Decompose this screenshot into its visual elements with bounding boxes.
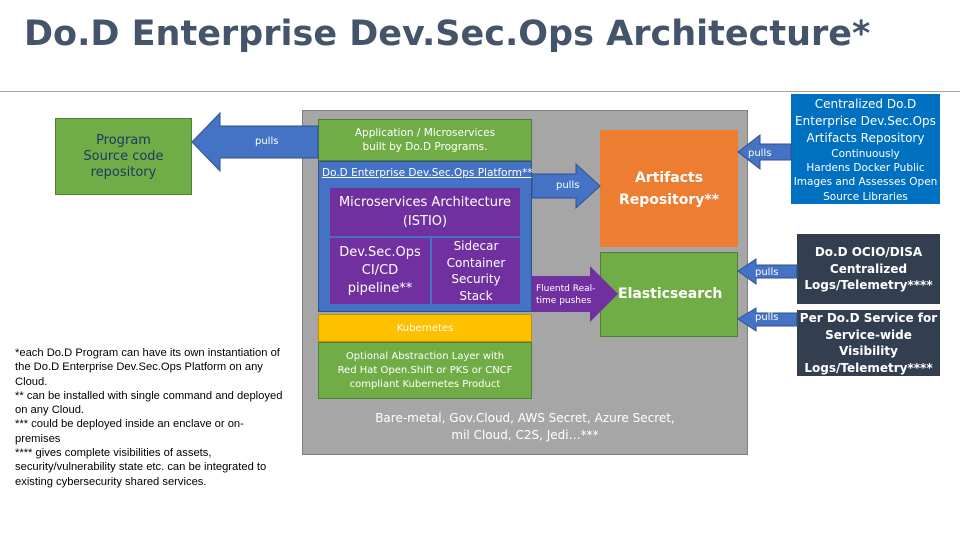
footnotes: *each Do.D Program can have its own inst…: [15, 347, 283, 488]
pulls-label-central: pulls: [748, 148, 772, 159]
pulls-label-artifacts: pulls: [556, 180, 580, 191]
fluentd-label: Fluentd Real- time pushes: [536, 284, 596, 306]
pulls-label-program: pulls: [255, 136, 279, 147]
pulls-label-service: pulls: [755, 312, 779, 323]
pulls-label-ocio: pulls: [755, 267, 779, 278]
